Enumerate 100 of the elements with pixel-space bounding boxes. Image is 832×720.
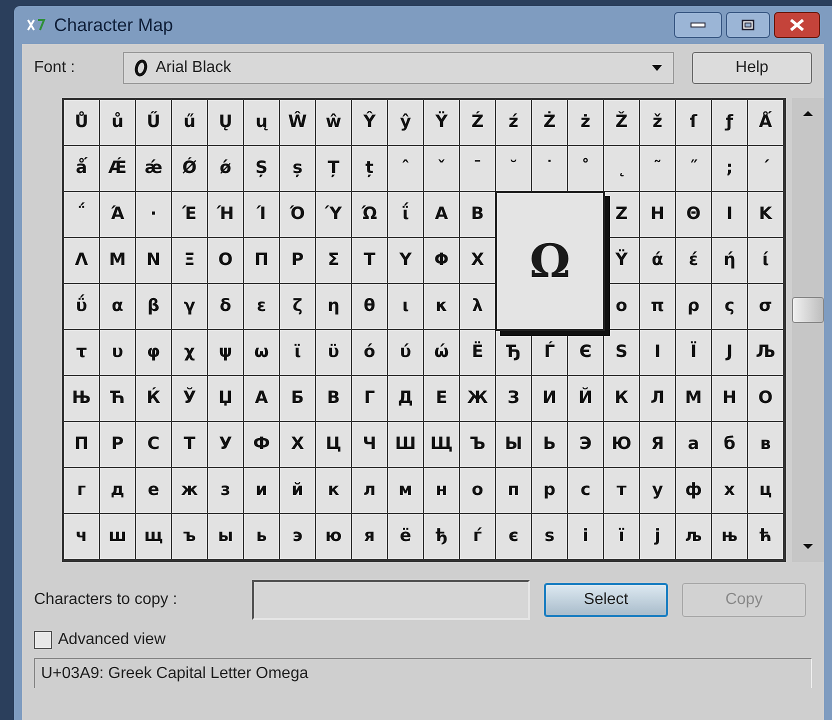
character-cell[interactable]: Љ	[756, 344, 776, 361]
character-cell[interactable]: т	[616, 482, 626, 499]
character-cell[interactable]: э	[292, 528, 303, 545]
character-cell[interactable]: ѕ	[544, 528, 555, 545]
character-cell[interactable]: ;	[726, 160, 733, 177]
character-cell[interactable]: ί	[762, 252, 769, 269]
character-cell[interactable]: ϊ	[294, 344, 301, 361]
character-cell[interactable]: є	[508, 528, 519, 545]
character-cell[interactable]: Β	[471, 206, 484, 223]
character-cell[interactable]: ż	[580, 114, 590, 131]
character-cell[interactable]: έ	[688, 252, 698, 269]
character-cell[interactable]: Η	[650, 206, 665, 223]
character-cell[interactable]: Я	[650, 436, 664, 453]
character-cell[interactable]: Ά	[110, 206, 124, 223]
character-cell[interactable]: в	[760, 436, 771, 453]
character-cell[interactable]: ŷ	[400, 114, 412, 131]
character-cell[interactable]: Π	[254, 252, 269, 269]
character-cell[interactable]: б	[724, 436, 736, 453]
character-cell[interactable]: о	[472, 482, 484, 499]
character-cell[interactable]: ш	[108, 528, 127, 545]
character-cell[interactable]: π	[650, 298, 664, 315]
character-cell[interactable]: ј	[654, 528, 660, 545]
character-cell[interactable]: ǿ	[220, 160, 232, 177]
character-cell[interactable]: ž	[652, 114, 662, 131]
character-cell[interactable]: ц	[759, 482, 772, 499]
character-cell[interactable]: ѓ	[473, 528, 482, 545]
character-cell[interactable]: Д	[398, 390, 414, 407]
character-cell[interactable]: Џ	[218, 390, 233, 407]
character-cell[interactable]: Έ	[182, 206, 197, 223]
character-cell[interactable]: Ц	[326, 436, 342, 453]
character-cell[interactable]: Ю	[612, 436, 632, 453]
character-cell[interactable]: Α	[434, 206, 448, 223]
character-cell[interactable]: Ρ	[291, 252, 304, 269]
character-cell[interactable]: δ	[220, 298, 232, 315]
character-cell[interactable]: Ь	[543, 436, 556, 453]
character-cell[interactable]: ΄	[762, 160, 770, 177]
character-cell[interactable]: ț	[365, 160, 374, 177]
character-cell[interactable]: І	[654, 344, 661, 361]
character-cell[interactable]: ˆ	[401, 160, 410, 177]
character-cell[interactable]: Е	[436, 390, 448, 407]
character-cell[interactable]: τ	[76, 344, 87, 361]
character-cell[interactable]: ű	[183, 114, 196, 131]
character-cell[interactable]: и	[256, 482, 268, 499]
character-cell[interactable]: γ	[184, 298, 196, 315]
character-cell[interactable]: ˜	[653, 160, 662, 177]
close-button[interactable]	[774, 12, 820, 38]
character-cell[interactable]: ђ	[435, 528, 448, 545]
character-cell[interactable]: ·	[150, 206, 157, 223]
character-cell[interactable]: љ	[685, 528, 702, 545]
character-cell[interactable]: Ό	[290, 206, 306, 223]
character-cell[interactable]: ψ	[218, 344, 232, 361]
character-cell[interactable]: Ъ	[470, 436, 486, 453]
character-cell[interactable]: Ș	[255, 160, 268, 177]
character-cell[interactable]: ˉ	[473, 160, 482, 177]
character-cell[interactable]: κ	[435, 298, 448, 315]
character-cell[interactable]: ů	[111, 114, 124, 131]
character-cell[interactable]: ы	[218, 528, 234, 545]
character-cell[interactable]: Ђ	[506, 344, 521, 361]
character-cell[interactable]: Φ	[434, 252, 449, 269]
character-cell[interactable]: ź	[508, 114, 518, 131]
character-cell[interactable]: ї	[618, 528, 624, 545]
character-cell[interactable]: Ξ	[184, 252, 195, 269]
character-cell[interactable]: ŵ	[326, 114, 342, 131]
character-cell[interactable]: Ш	[394, 436, 416, 453]
character-cell[interactable]: ˛	[617, 160, 626, 177]
character-cell[interactable]: λ	[472, 298, 483, 315]
font-dropdown[interactable]: Arial Black	[122, 52, 674, 84]
character-cell[interactable]: θ	[364, 298, 376, 315]
character-cell[interactable]: щ	[144, 528, 163, 545]
character-cell[interactable]: ό	[364, 344, 376, 361]
character-cell[interactable]: г	[77, 482, 86, 499]
character-cell[interactable]: υ	[112, 344, 124, 361]
character-cell[interactable]: Ѕ	[615, 344, 628, 361]
character-cell[interactable]: А	[254, 390, 268, 407]
character-cell[interactable]: ƒ	[726, 114, 734, 131]
character-cell[interactable]: Υ	[399, 252, 412, 269]
character-cell[interactable]: У	[218, 436, 232, 453]
character-cell[interactable]: Τ	[364, 252, 376, 269]
character-cell[interactable]: Ы	[504, 436, 522, 453]
character-cell[interactable]: И	[542, 390, 557, 407]
character-cell[interactable]: ч	[76, 528, 88, 545]
character-cell[interactable]: Μ	[109, 252, 126, 269]
character-cell[interactable]: ϋ	[328, 344, 340, 361]
character-cell[interactable]: Г	[364, 390, 375, 407]
character-cell[interactable]: φ	[146, 344, 160, 361]
character-cell[interactable]: Э	[579, 436, 592, 453]
character-cell[interactable]: ώ	[434, 344, 449, 361]
character-cell[interactable]: ˇ	[437, 160, 446, 177]
character-cell[interactable]: О	[758, 390, 773, 407]
scroll-thumb[interactable]	[792, 297, 824, 323]
character-cell[interactable]: Ț	[328, 160, 340, 177]
character-cell[interactable]: Л	[650, 390, 665, 407]
character-cell[interactable]: ά	[652, 252, 664, 269]
character-cell[interactable]: В	[327, 390, 340, 407]
character-cell[interactable]: Ν	[146, 252, 161, 269]
character-cell[interactable]: Ч	[362, 436, 376, 453]
scroll-down-icon[interactable]	[802, 543, 814, 550]
character-cell[interactable]: Б	[291, 390, 304, 407]
character-cell[interactable]: ˘	[509, 160, 518, 177]
advanced-view-checkbox[interactable]	[34, 631, 52, 649]
